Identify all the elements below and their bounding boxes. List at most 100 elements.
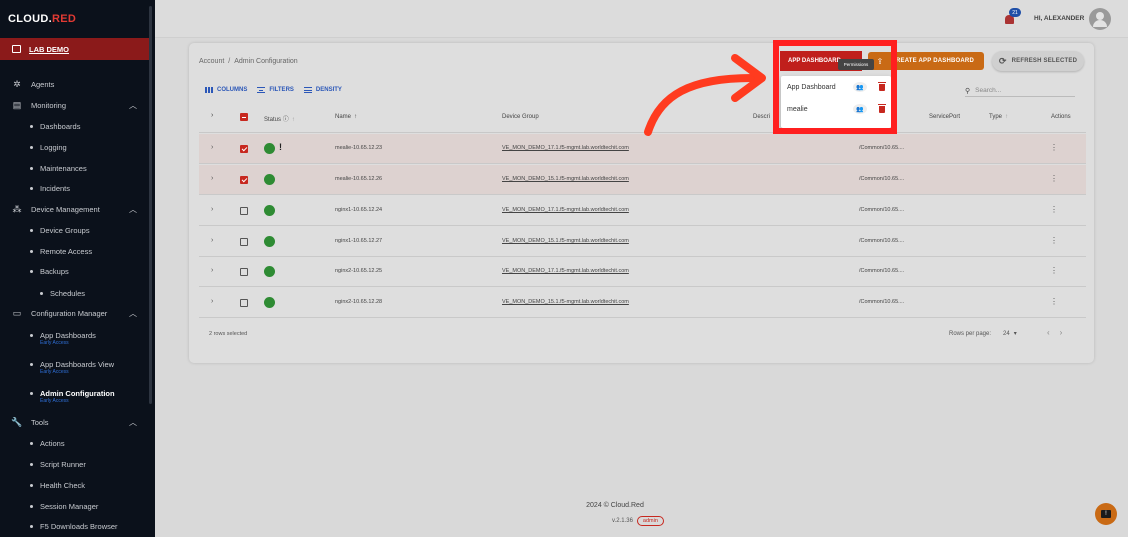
status-ok-icon: [264, 143, 275, 154]
row-checkbox[interactable]: [240, 268, 248, 276]
sidebar-scrollbar[interactable]: [149, 6, 152, 404]
breadcrumb-account[interactable]: Account: [199, 58, 224, 65]
sidebar-item-tools[interactable]: 🔧 Tools ︿: [0, 412, 149, 432]
row-checkbox[interactable]: [240, 176, 248, 184]
sidebar-item-agents[interactable]: ✲ Agents: [0, 74, 149, 94]
breadcrumb-current: Admin Configuration: [234, 58, 298, 65]
sort-asc-icon: ↑: [354, 114, 358, 120]
chevron-up-icon: ︿: [129, 417, 137, 427]
prev-page-icon[interactable]: ‹: [1047, 328, 1050, 337]
expand-row-icon[interactable]: ›: [211, 144, 213, 151]
next-page-icon[interactable]: ›: [1060, 328, 1063, 337]
search-icon: ⚲: [965, 87, 971, 95]
refresh-selected-button[interactable]: ⟳ REFRESH SELECTED: [992, 51, 1084, 71]
row-path: /Common/10.65....: [859, 145, 905, 151]
table-row[interactable]: › nginx1-10.65.12.27 VE_MON_DEMO_15.1.f5…: [199, 227, 1086, 257]
version-info: v.2.1.36 admin: [612, 516, 664, 526]
expand-row-icon[interactable]: ›: [211, 175, 213, 182]
notifications-bell-icon[interactable]: 21: [1003, 8, 1021, 26]
row-actions-menu-icon[interactable]: ⋮: [1050, 174, 1058, 183]
sidebar-item-health-check[interactable]: Health Check: [30, 478, 85, 492]
row-name: nginx2-10.65.12.25: [335, 268, 383, 274]
row-device-group[interactable]: VE_MON_DEMO_17.1.f5-mgmt.lab.worldtechit…: [502, 268, 629, 274]
rows-per-page-select[interactable]: 24: [1003, 331, 1010, 337]
row-actions-menu-icon[interactable]: ⋮: [1050, 236, 1058, 245]
row-actions-menu-icon[interactable]: ⋮: [1050, 143, 1058, 152]
caret-down-icon[interactable]: ▾: [1014, 330, 1017, 337]
brand-logo[interactable]: CL O UD. RED: [0, 0, 155, 38]
search-input[interactable]: ⚲ Search...: [965, 85, 1075, 97]
sidebar-item-actions[interactable]: Actions: [30, 436, 65, 450]
sidebar: CL O UD. RED LAB DEMO ✲ Agents ▤ Monitoring…: [0, 0, 155, 537]
row-path: /Common/10.65....: [859, 299, 905, 305]
sidebar-item-dashboards[interactable]: Dashboards: [30, 119, 80, 133]
column-type[interactable]: Type ↑: [989, 114, 1008, 120]
sidebar-item-configuration-manager[interactable]: ▭ Configuration Manager ︿: [0, 303, 149, 323]
top-bar: 21 HI, ALEXANDER: [155, 0, 1128, 38]
table-row[interactable]: › nginx1-10.65.12.24 VE_MON_DEMO_17.1.f5…: [199, 196, 1086, 226]
chevron-up-icon: ︿: [129, 100, 137, 110]
sidebar-item-f5-downloads[interactable]: F5 Downloads Browser: [30, 519, 118, 533]
row-checkbox[interactable]: [240, 145, 248, 153]
sidebar-item-script-runner[interactable]: Script Runner: [30, 457, 86, 471]
table-row[interactable]: › mealie-10.65.12.26 VE_MON_DEMO_15.1.f5…: [199, 165, 1086, 195]
select-all-checkbox[interactable]: [240, 113, 248, 121]
columns-button[interactable]: COLUMNS: [205, 87, 247, 93]
row-name: nginx2-10.65.12.28: [335, 299, 383, 305]
selected-rows-count: 2 rows selected: [209, 331, 248, 337]
breadcrumb: Account / Admin Configuration: [199, 58, 298, 65]
column-status[interactable]: Status ⓘ ↑: [264, 114, 295, 123]
grid-toolbar: COLUMNS FILTERS DENSITY: [205, 87, 352, 93]
column-service-port[interactable]: ServicePort: [929, 114, 960, 120]
sidebar-item-remote-access[interactable]: Remote Access: [30, 244, 92, 258]
sidebar-item-schedules[interactable]: Schedules: [40, 286, 85, 300]
lab-selector[interactable]: LAB DEMO: [0, 38, 149, 60]
row-path: /Common/10.65....: [859, 268, 905, 274]
avatar[interactable]: [1089, 8, 1111, 30]
expand-all-icon[interactable]: ›: [211, 112, 213, 119]
status-ok-icon: [264, 266, 275, 277]
sidebar-item-device-groups[interactable]: Device Groups: [30, 223, 90, 237]
sidebar-item-session-manager[interactable]: Session Manager: [30, 499, 98, 513]
expand-row-icon[interactable]: ›: [211, 206, 213, 213]
table-row[interactable]: › nginx2-10.65.12.28 VE_MON_DEMO_15.1.f5…: [199, 288, 1086, 318]
sidebar-item-incidents[interactable]: Incidents: [30, 181, 70, 195]
sidebar-item-backups[interactable]: Backups: [30, 264, 69, 278]
sidebar-item-maintenances[interactable]: Maintenances: [30, 161, 87, 175]
row-checkbox[interactable]: [240, 299, 248, 307]
filters-button[interactable]: FILTERS: [257, 87, 294, 93]
density-button[interactable]: DENSITY: [303, 87, 342, 93]
expand-row-icon[interactable]: ›: [211, 298, 213, 305]
row-device-group[interactable]: VE_MON_DEMO_15.1.f5-mgmt.lab.worldtechit…: [502, 238, 629, 244]
row-checkbox[interactable]: [240, 207, 248, 215]
sidebar-item-device-management[interactable]: ⁂ Device Management ︿: [0, 199, 149, 219]
row-device-group[interactable]: VE_MON_DEMO_15.1.f5-mgmt.lab.worldtechit…: [502, 176, 629, 182]
status-ok-icon: [264, 297, 275, 308]
highlight-frame: [773, 40, 897, 134]
early-access-tag: Early Access: [40, 340, 69, 346]
sidebar-item-monitoring[interactable]: ▤ Monitoring ︿: [0, 95, 149, 115]
column-description[interactable]: Descri: [753, 114, 770, 120]
row-device-group[interactable]: VE_MON_DEMO_15.1.f5-mgmt.lab.worldtechit…: [502, 299, 629, 305]
row-actions-menu-icon[interactable]: ⋮: [1050, 297, 1058, 306]
feedback-button[interactable]: !: [1095, 503, 1117, 525]
column-device-group[interactable]: Device Group: [502, 114, 539, 120]
table-row[interactable]: › ! mealie-10.65.12.23 VE_MON_DEMO_17.1.…: [199, 134, 1086, 164]
row-name: nginx1-10.65.12.27: [335, 238, 383, 244]
expand-row-icon[interactable]: ›: [211, 267, 213, 274]
monitoring-icon: ▤: [12, 99, 22, 110]
row-checkbox[interactable]: [240, 238, 248, 246]
row-device-group[interactable]: VE_MON_DEMO_17.1.f5-mgmt.lab.worldtechit…: [502, 145, 629, 151]
table-row[interactable]: › nginx2-10.65.12.25 VE_MON_DEMO_17.1.f5…: [199, 257, 1086, 287]
row-actions-menu-icon[interactable]: ⋮: [1050, 266, 1058, 275]
sort-icon: ↑: [291, 117, 295, 123]
column-actions: Actions: [1051, 114, 1071, 120]
early-access-tag: Early Access: [40, 369, 69, 375]
sidebar-item-logging[interactable]: Logging: [30, 140, 67, 154]
row-actions-menu-icon[interactable]: ⋮: [1050, 205, 1058, 214]
feedback-icon: !: [1101, 510, 1111, 518]
table-header: › Status ⓘ ↑ Name ↑ Device Group Descri Se…: [199, 100, 1086, 133]
row-device-group[interactable]: VE_MON_DEMO_17.1.f5-mgmt.lab.worldtechit…: [502, 207, 629, 213]
expand-row-icon[interactable]: ›: [211, 237, 213, 244]
column-name[interactable]: Name ↑: [335, 114, 357, 120]
